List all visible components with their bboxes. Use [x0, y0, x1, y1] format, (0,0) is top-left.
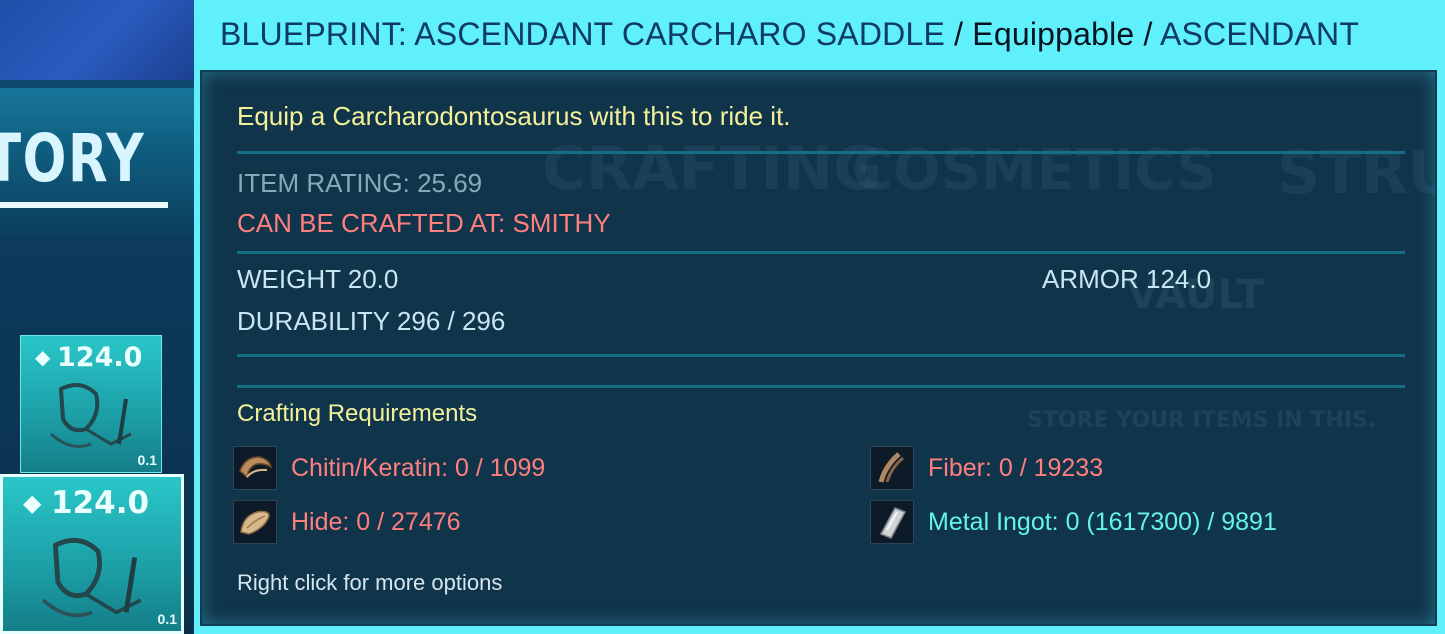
- chitin-icon: [233, 446, 277, 490]
- inventory-title: TORY: [0, 120, 146, 197]
- item-quality: ASCENDANT: [1159, 16, 1360, 52]
- divider: [237, 251, 1405, 254]
- inventory-slot-selected[interactable]: ◆ 124.0 0.1: [0, 474, 184, 634]
- slot-armor-value: 124.0: [51, 485, 150, 521]
- ghost-crafting-label: CRAFTING: [542, 134, 883, 204]
- requirement-chitin: Chitin/Keratin: 0 / 1099: [233, 446, 545, 490]
- ghost-structures-label: STRUCT: [1277, 138, 1435, 208]
- ghost-vault-description: STORE YOUR ITEMS IN THIS.: [1027, 408, 1377, 433]
- crafting-station: CAN BE CRAFTED AT: SMITHY: [237, 208, 611, 238]
- item-type: Equippable: [972, 16, 1135, 52]
- divider: [237, 385, 1405, 388]
- durability-stat: DURABILITY 296 / 296: [237, 306, 506, 336]
- armor-shield-icon: ◆: [35, 347, 51, 369]
- item-name: BLUEPRINT: ASCENDANT CARCHARO SADDLE: [220, 16, 945, 52]
- armor-stat: ARMOR 124.0: [1042, 264, 1212, 294]
- header-separator: /: [954, 16, 964, 52]
- hide-icon: [233, 500, 277, 544]
- requirement-metal-ingot: Metal Ingot: 0 (1617300) / 9891: [870, 500, 1277, 544]
- slot-armor-value: 124.0: [57, 342, 143, 373]
- inventory-title-underline: [0, 202, 168, 208]
- requirement-label: Hide: 0 / 27476: [291, 507, 461, 536]
- saddle-icon: [41, 537, 142, 618]
- ghost-cosmetics-label: COSMETICS: [852, 138, 1217, 203]
- metal-ingot-icon: [870, 500, 914, 544]
- requirement-label: Fiber: 0 / 19233: [928, 453, 1104, 482]
- saddle-icon: [49, 383, 132, 448]
- weight-stat: WEIGHT 20.0: [237, 264, 399, 294]
- tooltip-header: BLUEPRINT: ASCENDANT CARCHARO SADDLE / E…: [220, 16, 1359, 53]
- requirement-label: Chitin/Keratin: 0 / 1099: [291, 453, 546, 482]
- item-tooltip: BLUEPRINT: ASCENDANT CARCHARO SADDLE / E…: [194, 0, 1445, 634]
- slot-quality: 0.1: [157, 611, 177, 627]
- fiber-icon: [870, 446, 914, 490]
- divider: [237, 151, 1405, 154]
- background-banner: [0, 0, 200, 80]
- divider: [237, 354, 1405, 357]
- item-rating: ITEM RATING: 25.69: [237, 168, 483, 198]
- header-separator: /: [1143, 16, 1153, 52]
- requirement-hide: Hide: 0 / 27476: [233, 500, 461, 544]
- slot-quality: 0.1: [137, 452, 157, 468]
- crafting-requirements-title: Crafting Requirements: [237, 400, 478, 427]
- context-menu-hint: Right click for more options: [237, 570, 503, 595]
- requirement-fiber: Fiber: 0 / 19233: [870, 446, 1103, 490]
- tooltip-body: CRAFTING COSMETICS STRUCT VAULT STORE YO…: [200, 70, 1437, 626]
- item-description: Equip a Carcharodontosaurus with this to…: [237, 101, 791, 131]
- requirement-label: Metal Ingot: 0 (1617300) / 9891: [928, 507, 1277, 536]
- armor-shield-icon: ◆: [23, 490, 42, 517]
- inventory-slot[interactable]: ◆ 124.0 0.1: [20, 335, 162, 473]
